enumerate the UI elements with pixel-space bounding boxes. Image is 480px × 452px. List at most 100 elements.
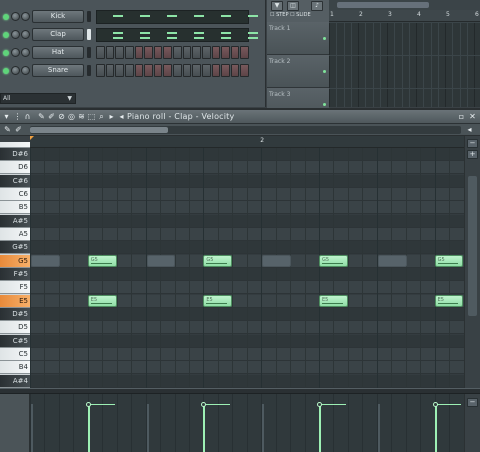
piano-key[interactable]: C#6 bbox=[0, 174, 30, 188]
note[interactable]: E5 bbox=[203, 294, 233, 307]
draw-icon[interactable]: ✎ bbox=[3, 125, 12, 134]
zoom-in-icon[interactable]: + bbox=[467, 150, 478, 159]
piano-key[interactable]: D#5 bbox=[0, 307, 30, 321]
step-button[interactable] bbox=[240, 46, 249, 59]
piano-keyboard[interactable]: D#6 D6 C#6 C6 B5 A#5 A5 G#5 G5 F#5 F5 E5 D#5 D5 C#5 C5 B… bbox=[0, 142, 30, 388]
piano-key[interactable]: B5 bbox=[0, 201, 30, 215]
step-button[interactable] bbox=[144, 46, 153, 59]
step-button[interactable] bbox=[134, 64, 144, 77]
volume-knob-icon[interactable] bbox=[21, 30, 30, 39]
step-button[interactable] bbox=[105, 46, 115, 59]
slide-checkbox-icon[interactable]: ☐ bbox=[290, 12, 294, 18]
window-menu-icon[interactable]: ▾ bbox=[2, 112, 11, 121]
channel-led-icon[interactable] bbox=[3, 14, 9, 20]
detach-icon[interactable]: ▫ bbox=[457, 112, 466, 121]
piano-key[interactable]: D#6 bbox=[0, 148, 30, 161]
step-button[interactable] bbox=[124, 46, 134, 59]
pan-knob-icon[interactable] bbox=[11, 12, 20, 21]
track-active-icon[interactable] bbox=[323, 37, 326, 40]
track-active-icon[interactable] bbox=[323, 103, 326, 106]
velocity-bar[interactable] bbox=[319, 404, 321, 452]
scroll-thumb[interactable] bbox=[468, 176, 477, 316]
piano-roll-title[interactable]: Piano roll - Clap - Velocity bbox=[127, 112, 234, 122]
piano-key[interactable]: G#5 bbox=[0, 241, 30, 255]
step-button[interactable] bbox=[230, 46, 240, 59]
playlist-track-header[interactable]: Track 1 bbox=[267, 22, 329, 55]
playback-tool-icon[interactable]: ▸ bbox=[107, 112, 116, 121]
channel-led-icon[interactable] bbox=[3, 68, 9, 74]
step-button[interactable] bbox=[163, 46, 172, 59]
vertical-scrollbar[interactable]: − + bbox=[464, 136, 480, 388]
step-button[interactable] bbox=[201, 64, 211, 77]
mini-piano-roll[interactable] bbox=[96, 10, 258, 24]
snap-options[interactable]: ☐ STEP ☐ SLIDE bbox=[270, 12, 311, 18]
pattern-icon[interactable]: ◫ bbox=[287, 1, 299, 11]
note-grid[interactable]: G5 G5 G5 G5 E5 E5 E5 E5 bbox=[30, 148, 464, 388]
step-button[interactable] bbox=[115, 64, 124, 77]
step-button[interactable] bbox=[124, 64, 134, 77]
select-tool-icon[interactable]: ⬚ bbox=[87, 112, 96, 121]
piano-key[interactable]: B4 bbox=[0, 361, 30, 375]
step-button[interactable] bbox=[192, 64, 201, 77]
zoom-out-icon[interactable]: − bbox=[467, 398, 478, 407]
velocity-handle-icon[interactable] bbox=[85, 402, 91, 407]
step-button[interactable] bbox=[240, 64, 249, 77]
playlist-track-header[interactable]: Track 2 bbox=[267, 55, 329, 88]
step-button[interactable] bbox=[96, 64, 105, 77]
piano-key[interactable]: E5 bbox=[0, 294, 30, 308]
piano-key[interactable]: C6 bbox=[0, 187, 30, 201]
step-button[interactable] bbox=[153, 46, 163, 59]
piano-key[interactable]: A#5 bbox=[0, 214, 30, 228]
channel-led-icon[interactable] bbox=[3, 32, 9, 38]
channel-button[interactable]: Clap bbox=[32, 28, 84, 41]
piano-key[interactable]: C#5 bbox=[0, 334, 30, 348]
scroll-left-icon[interactable]: ◂ bbox=[465, 125, 474, 134]
note[interactable]: E5 bbox=[434, 294, 464, 307]
playlist-scrollbar[interactable] bbox=[329, 0, 480, 10]
piano-key[interactable]: F#5 bbox=[0, 267, 30, 281]
volume-knob-icon[interactable] bbox=[21, 12, 30, 21]
step-button[interactable] bbox=[182, 46, 192, 59]
piano-key[interactable]: A#4 bbox=[0, 374, 30, 388]
playlist-ruler[interactable]: 1 2 3 4 5 6 bbox=[329, 10, 480, 22]
timeline-ruler[interactable]: 2 bbox=[30, 136, 464, 148]
channel-select-indicator[interactable] bbox=[87, 29, 91, 40]
piano-key[interactable]: D5 bbox=[0, 321, 30, 335]
channel-button[interactable]: Snare bbox=[32, 64, 84, 77]
playlist-menu-icon[interactable]: ▼ bbox=[271, 1, 283, 11]
note[interactable]: E5 bbox=[319, 294, 348, 307]
note[interactable]: G5 bbox=[319, 254, 348, 267]
velocity-handle-icon[interactable] bbox=[201, 402, 207, 407]
step-button[interactable] bbox=[115, 46, 124, 59]
velocity-lane[interactable] bbox=[30, 394, 464, 452]
pan-knob-icon[interactable] bbox=[11, 30, 20, 39]
velocity-handle-icon[interactable] bbox=[432, 402, 438, 407]
scroll-thumb[interactable] bbox=[30, 127, 168, 133]
zoom-tool-icon[interactable]: ⌕ bbox=[97, 112, 106, 121]
channel-select-indicator[interactable] bbox=[87, 65, 91, 76]
loop-marker[interactable] bbox=[30, 136, 34, 140]
mute-tool-icon[interactable]: ◎ bbox=[67, 112, 76, 121]
step-button[interactable] bbox=[144, 64, 153, 77]
mini-piano-roll[interactable] bbox=[96, 28, 258, 42]
scroll-thumb[interactable] bbox=[337, 2, 429, 8]
horizontal-scrollbar[interactable] bbox=[30, 126, 461, 134]
channel-button[interactable]: Kick bbox=[32, 10, 84, 23]
step-button[interactable] bbox=[211, 64, 221, 77]
piano-key[interactable]: F5 bbox=[0, 281, 30, 295]
pencil-tool-icon[interactable]: ✎ bbox=[37, 112, 46, 121]
step-button[interactable] bbox=[173, 64, 182, 77]
step-button[interactable] bbox=[153, 64, 163, 77]
step-button[interactable] bbox=[173, 46, 182, 59]
zoom-out-icon[interactable]: − bbox=[467, 139, 478, 148]
step-button[interactable] bbox=[96, 46, 105, 59]
piano-key[interactable]: D6 bbox=[0, 161, 30, 175]
velocity-handle-icon[interactable] bbox=[317, 402, 322, 407]
note[interactable]: E5 bbox=[87, 294, 117, 307]
channel-select-indicator[interactable] bbox=[87, 11, 91, 22]
channel-select-indicator[interactable] bbox=[87, 47, 91, 58]
velocity-bar[interactable] bbox=[203, 404, 206, 452]
note[interactable]: G5 bbox=[87, 254, 117, 267]
velocity-bar[interactable] bbox=[434, 404, 437, 452]
step-button[interactable] bbox=[105, 64, 115, 77]
